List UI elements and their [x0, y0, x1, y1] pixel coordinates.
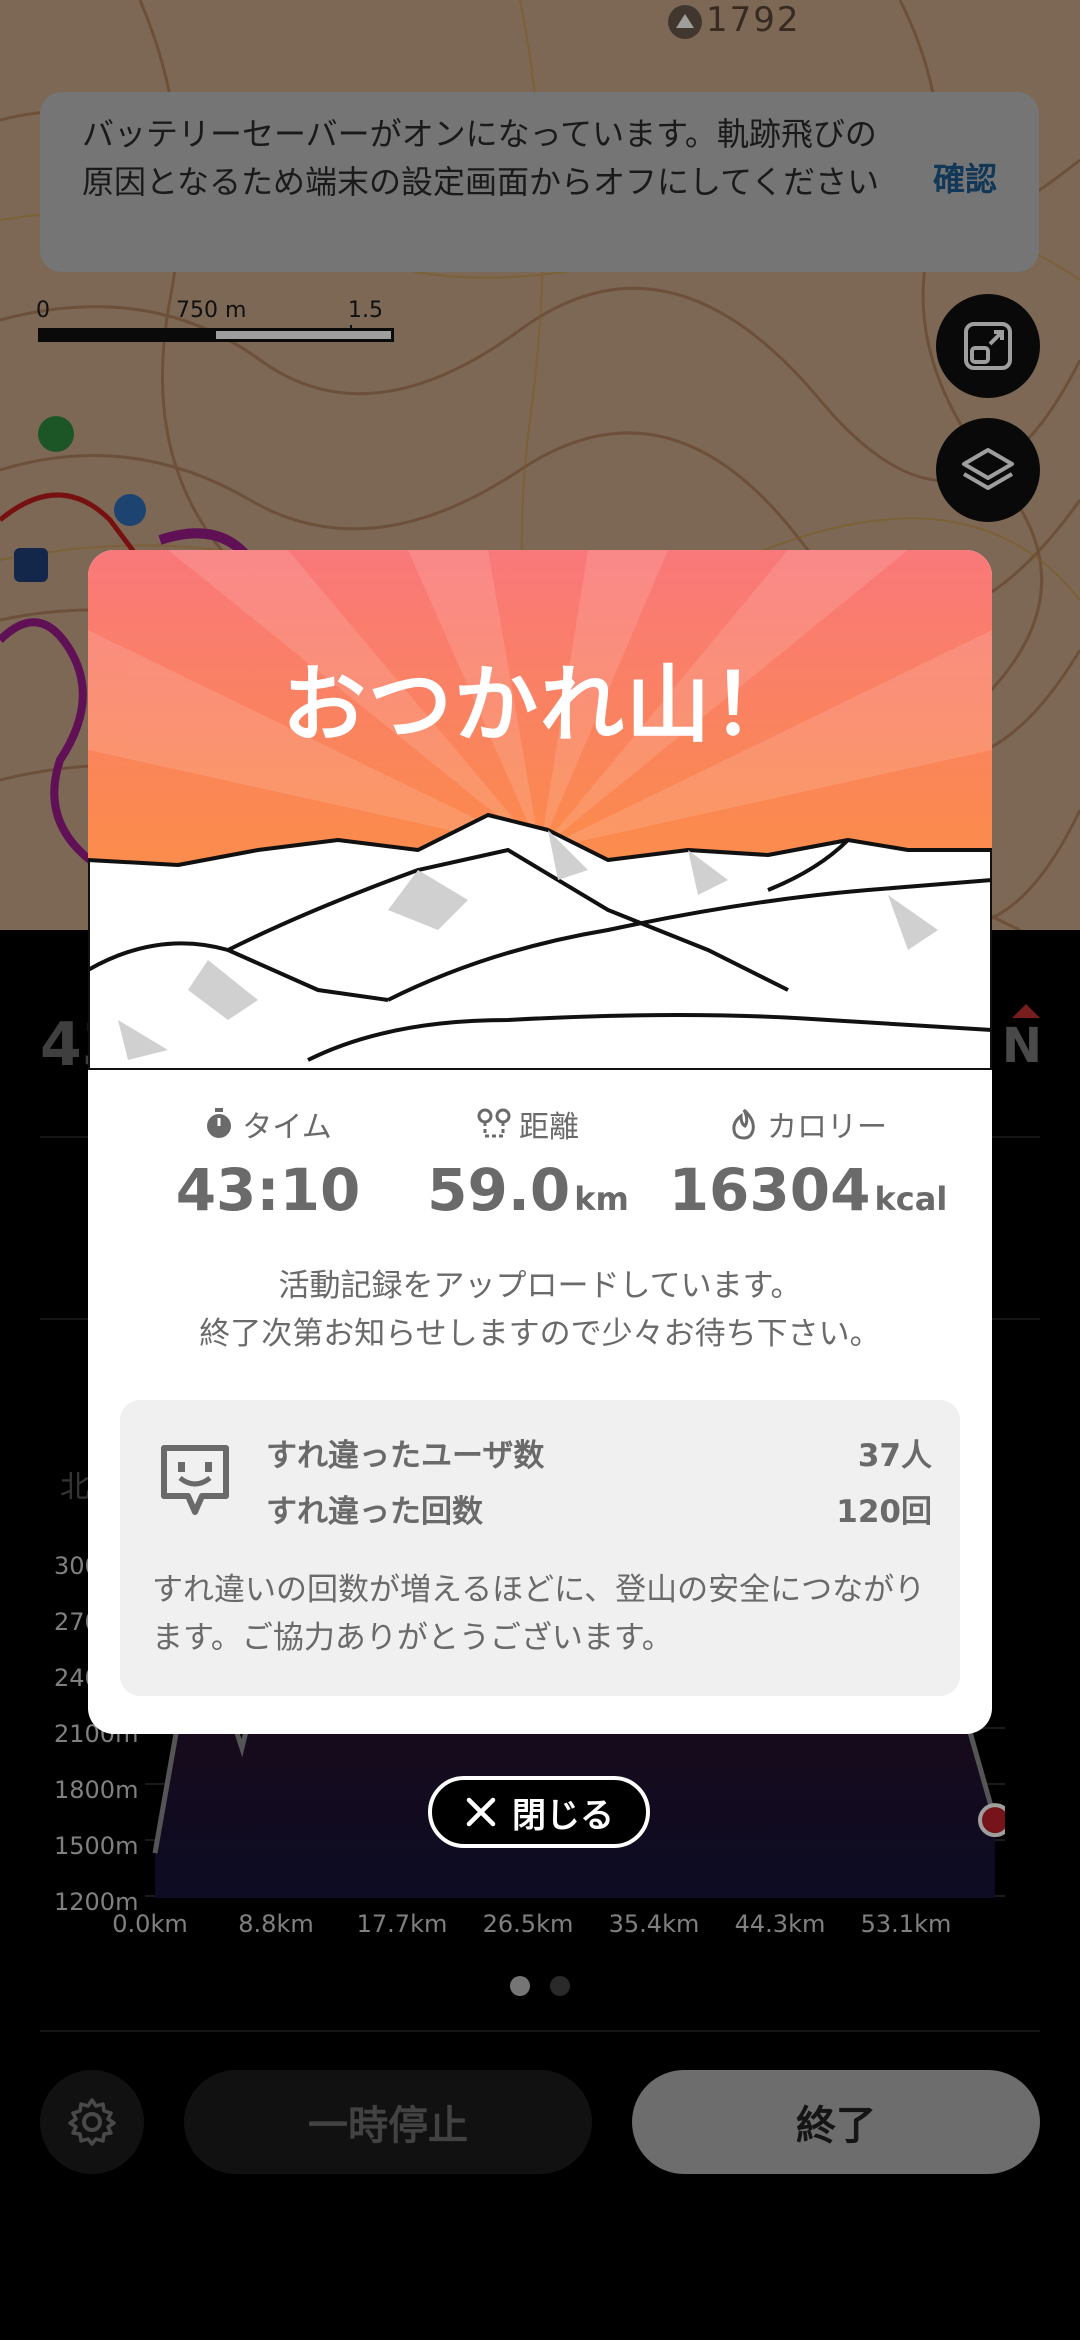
encounter-users-value: 37人 [857, 1438, 932, 1474]
encounter-box: すれ違ったユーザ数 37人 すれ違った回数 120回 すれ違いの回数が増えるほど… [120, 1400, 960, 1696]
upload-line-2: 終了次第お知らせしますので少々お待ち下さい。 [199, 1316, 881, 1352]
distance-value: 59.0 [427, 1156, 571, 1224]
encounter-count-label: すれ違った回数 [266, 1494, 483, 1530]
time-value: 43:10 [175, 1156, 361, 1224]
stat-time: タイム 43:10 [168, 1102, 368, 1224]
encounter-users-row: すれ違ったユーザ数 37人 [266, 1430, 932, 1475]
distance-unit: km [574, 1180, 629, 1218]
stopwatch-icon [207, 1108, 232, 1138]
encounter-note: すれ違いの回数が増えるほどに、登山の安全につながります。ご協力ありがとうございま… [152, 1572, 926, 1656]
stat-distance: 距離 59.0 km [388, 1102, 668, 1224]
encounter-users-label: すれ違ったユーザ数 [266, 1438, 545, 1474]
close-dialog-button[interactable]: 閉じる [428, 1776, 650, 1848]
time-label: タイム [242, 1110, 332, 1145]
calorie-label: カロリー [767, 1110, 887, 1145]
completion-dialog: おつかれ山！ タイム 43:10 距離 59.0 km カロリー 16304 k… [88, 550, 992, 1734]
upload-status: 活動記録をアップロードしています。 終了次第お知らせしますので少々お待ち下さい。 [88, 1262, 992, 1358]
upload-line-1: 活動記録をアップロードしています。 [278, 1268, 802, 1304]
mountain-hero-illustration [88, 550, 992, 1070]
close-label: 閉じる [512, 1795, 614, 1836]
calorie-value: 16304 [668, 1156, 871, 1224]
encounter-count-value: 120回 [836, 1494, 932, 1530]
flame-icon [732, 1108, 755, 1140]
encounter-count-row: すれ違った回数 120回 [266, 1486, 932, 1531]
stat-calorie: カロリー 16304 kcal [648, 1102, 968, 1224]
distance-label: 距離 [519, 1110, 579, 1145]
calorie-unit: kcal [874, 1180, 948, 1218]
chat-face-icon [161, 1445, 229, 1515]
route-icon [477, 1108, 511, 1138]
dialog-title: おつかれ山！ [281, 656, 798, 754]
close-icon [466, 1797, 496, 1827]
